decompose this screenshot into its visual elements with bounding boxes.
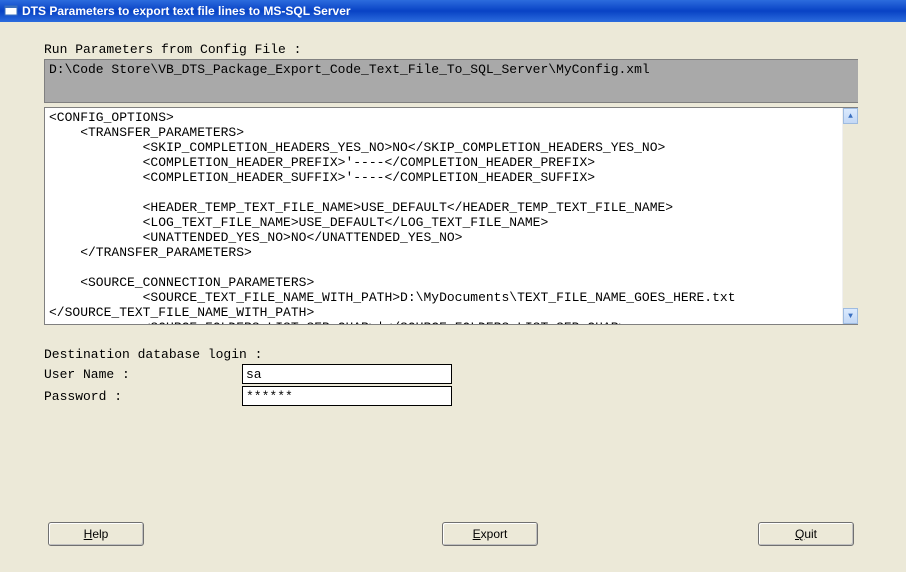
quit-button[interactable]: Quit: [758, 522, 854, 546]
window-titlebar: DTS Parameters to export text file lines…: [0, 0, 906, 22]
export-button[interactable]: Export: [442, 522, 538, 546]
config-path-text: D:\Code Store\VB_DTS_Package_Export_Code…: [49, 62, 650, 77]
scroll-up-button[interactable]: ▲: [843, 108, 858, 124]
config-path-field[interactable]: D:\Code Store\VB_DTS_Package_Export_Code…: [44, 59, 858, 103]
window-title: DTS Parameters to export text file lines…: [22, 4, 351, 18]
username-field[interactable]: [242, 364, 452, 384]
main-content: Run Parameters from Config File : D:\Cod…: [0, 22, 906, 558]
password-label: Password :: [44, 389, 242, 404]
scroll-track[interactable]: [843, 124, 858, 308]
username-row: User Name :: [44, 364, 862, 384]
vertical-scrollbar[interactable]: ▲ ▼: [842, 108, 858, 324]
login-section: Destination database login : User Name :…: [44, 347, 862, 406]
username-label: User Name :: [44, 367, 242, 382]
config-body-text: <CONFIG_OPTIONS> <TRANSFER_PARAMETERS> <…: [49, 110, 751, 325]
config-body-field[interactable]: <CONFIG_OPTIONS> <TRANSFER_PARAMETERS> <…: [44, 107, 858, 325]
app-icon: [4, 4, 18, 18]
password-field[interactable]: [242, 386, 452, 406]
login-section-label: Destination database login :: [44, 347, 862, 362]
button-row: Help Export Quit: [44, 522, 858, 546]
help-button[interactable]: Help: [48, 522, 144, 546]
scroll-down-button[interactable]: ▼: [843, 308, 858, 324]
password-row: Password :: [44, 386, 862, 406]
run-params-label: Run Parameters from Config File :: [44, 42, 862, 57]
